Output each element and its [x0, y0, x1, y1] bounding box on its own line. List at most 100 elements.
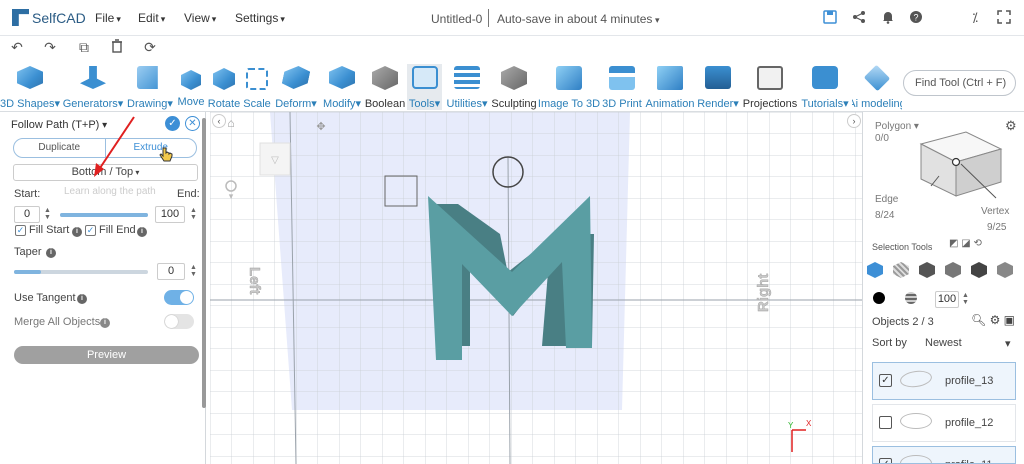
help-icon[interactable]: ?: [908, 10, 924, 26]
svg-text:✥: ✥: [316, 121, 325, 133]
path-hint: Learn along the path: [64, 186, 156, 197]
tool-move[interactable]: Move: [176, 64, 206, 110]
object-thumbnail: [900, 413, 932, 429]
tool-tools[interactable]: Tools▾: [407, 64, 442, 110]
tool-modify[interactable]: Modify▾: [321, 64, 363, 110]
rotate-icon: [213, 68, 235, 90]
autosave-status[interactable]: Auto-save in about 4 minutes: [497, 12, 659, 26]
tool-label: Tools▾: [408, 98, 441, 110]
tool-projections[interactable]: Projections: [742, 64, 798, 110]
drawing-icon: [137, 66, 158, 89]
select-edge-icon[interactable]: [919, 262, 935, 278]
fill-end-info-icon[interactable]: i: [137, 227, 147, 237]
delete-icon[interactable]: [109, 39, 125, 55]
preview-button[interactable]: Preview: [14, 346, 199, 364]
right-panel: Polygon ▾ 0/0 ⚙ Edge 8/24 Vertex 9/25 Se…: [862, 112, 1024, 464]
color-swatch-icon[interactable]: [873, 292, 885, 304]
projections-icon: [757, 66, 783, 90]
object-checkbox[interactable]: ✓: [879, 374, 892, 387]
taper-slider[interactable]: [14, 270, 148, 274]
fullscreen-icon[interactable]: [996, 10, 1012, 26]
end-label: End:: [177, 188, 200, 200]
material-icon[interactable]: [905, 292, 917, 304]
tool-tutorials[interactable]: Tutorials▾: [800, 64, 850, 110]
reset-icon[interactable]: ⟳: [142, 39, 158, 55]
opacity-input[interactable]: 100: [935, 291, 959, 308]
confirm-button[interactable]: ✓: [165, 116, 180, 131]
copy-icon[interactable]: ⧉: [76, 39, 92, 55]
select-group-icon[interactable]: [997, 262, 1013, 278]
use-tangent-info-icon[interactable]: i: [77, 294, 87, 304]
select-object-icon[interactable]: [867, 262, 883, 278]
collapse-left-icon[interactable]: ‹: [212, 114, 226, 128]
object-row-profile-11[interactable]: ✓ profile_11: [872, 446, 1016, 464]
menu-edit[interactable]: Edit: [138, 11, 165, 25]
select-face-icon[interactable]: [971, 262, 987, 278]
svg-text:▽: ▽: [271, 155, 279, 166]
document-title[interactable]: Untitled-0: [431, 12, 482, 26]
opacity-stepper-icon[interactable]: ▲ ▼: [962, 292, 970, 306]
select-polygon-icon[interactable]: [893, 262, 909, 278]
fill-start-label: Fill Start: [29, 224, 70, 236]
menu-settings[interactable]: Settings: [235, 11, 285, 25]
end-stepper-icon[interactable]: ▲ ▼: [190, 207, 198, 221]
start-stepper-icon[interactable]: ▲ ▼: [44, 207, 52, 221]
left-panel-scrollbar[interactable]: [202, 118, 206, 408]
find-tool-input[interactable]: Find Tool (Ctrl + F): [903, 70, 1016, 96]
collapse-right-icon[interactable]: ›: [847, 114, 861, 128]
tool-drawing[interactable]: Drawing▾: [126, 64, 174, 110]
object-name: profile_12: [945, 417, 994, 429]
tool-scale[interactable]: Scale: [243, 64, 271, 110]
tool-3d-shapes[interactable]: 3D Shapes▾: [0, 64, 60, 110]
tool-render[interactable]: Render▾: [697, 64, 739, 110]
selection-cube-gizmo[interactable]: [911, 124, 1011, 209]
redo-icon[interactable]: ↷: [42, 39, 58, 55]
objects-toolbar-icons[interactable]: 🔍︎ ⚙ ▣: [971, 313, 1015, 327]
object-checkbox[interactable]: [879, 416, 892, 429]
sort-dropdown[interactable]: Newest ▾: [925, 337, 1011, 350]
taper-input[interactable]: 0: [157, 263, 185, 280]
share-icon[interactable]: [851, 10, 867, 26]
fill-end-checkbox[interactable]: ✓: [85, 225, 96, 236]
taper-info-icon[interactable]: i: [46, 248, 56, 258]
object-row-profile-12[interactable]: profile_12: [872, 404, 1016, 442]
tool-image-to-3d[interactable]: Image To 3D: [538, 64, 600, 110]
tool-animation[interactable]: Animation: [645, 64, 695, 110]
menu-file[interactable]: File: [95, 11, 121, 25]
taper-stepper-icon[interactable]: ▲ ▼: [190, 264, 198, 278]
bell-icon[interactable]: [880, 10, 896, 26]
tool-rotate[interactable]: Rotate: [208, 64, 240, 110]
object-row-profile-13[interactable]: ✓ profile_13: [872, 362, 1016, 400]
merge-all-toggle[interactable]: [164, 314, 194, 329]
start-input[interactable]: 0: [14, 206, 40, 223]
menu-view[interactable]: View: [184, 11, 216, 25]
close-button[interactable]: ✕: [185, 116, 200, 131]
units-icon[interactable]: ⁒: [967, 10, 983, 26]
tool-3d-print[interactable]: 3D Print: [601, 64, 643, 110]
tool-ai-modeling[interactable]: Ai modeling: [852, 64, 902, 110]
tool-boolean[interactable]: Boolean: [365, 64, 405, 110]
object-checkbox[interactable]: ✓: [879, 458, 892, 463]
tool-sculpting[interactable]: Sculpting: [491, 64, 537, 110]
top-bar: SelfCAD File Edit View Settings Untitled…: [0, 0, 1024, 36]
selection-options-icons[interactable]: ◩ ◪ ⟲: [949, 238, 982, 249]
hand-cursor-icon: [159, 147, 173, 162]
fill-start-info-icon[interactable]: i: [72, 227, 82, 237]
3d-viewport[interactable]: ▽ ⌂ ✥ ▾ Left Right Y X: [210, 112, 862, 464]
use-tangent-toggle[interactable]: [164, 290, 194, 305]
tool-label: Scale: [243, 98, 271, 110]
end-input[interactable]: 100: [155, 206, 185, 223]
tool-deform[interactable]: Deform▾: [273, 64, 319, 110]
app-logo[interactable]: SelfCAD: [12, 9, 86, 26]
scene-canvas[interactable]: ▽ ⌂ ✥ ▾ Left Right Y X: [210, 112, 862, 464]
tool-label: Tutorials▾: [801, 98, 849, 110]
tool-utilities[interactable]: Utilities▾: [444, 64, 490, 110]
select-vertex-icon[interactable]: [945, 262, 961, 278]
utilities-icon: [454, 66, 480, 89]
save-icon[interactable]: [822, 10, 838, 26]
fill-start-checkbox[interactable]: ✓: [15, 225, 26, 236]
merge-all-info-icon[interactable]: i: [100, 318, 110, 328]
start-end-slider[interactable]: [60, 213, 148, 217]
tool-generators[interactable]: Generators▾: [62, 64, 124, 110]
undo-icon[interactable]: ↶: [9, 39, 25, 55]
